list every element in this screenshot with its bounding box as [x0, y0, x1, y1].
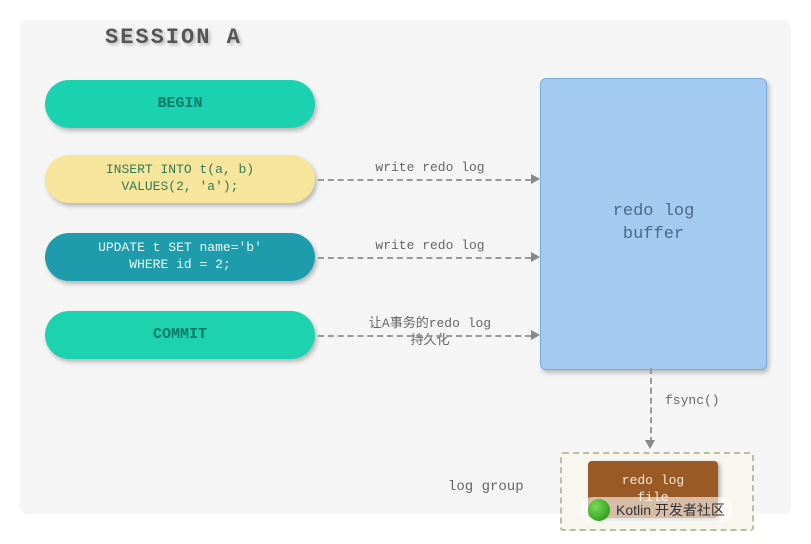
arrow-fsync-label: fsync(): [665, 393, 720, 408]
arrow-insert-head: [531, 174, 540, 184]
arrow-insert-line: [318, 179, 531, 181]
arrow-update-head: [531, 252, 540, 262]
log-group-label: log group: [448, 479, 524, 495]
arrow-update-label: write redo log: [330, 238, 530, 255]
step-begin: BEGIN: [45, 80, 315, 128]
step-update-line1: UPDATE t SET name='b': [98, 240, 262, 257]
buffer-line2: buffer: [613, 224, 695, 247]
session-title: SESSION A: [105, 25, 242, 50]
arrow-fsync-line: [650, 368, 652, 443]
step-insert-line1: INSERT INTO t(a, b): [106, 162, 254, 179]
step-update: UPDATE t SET name='b' WHERE id = 2;: [45, 233, 315, 281]
step-insert-line2: VALUES(2, 'a');: [106, 179, 254, 196]
redo-log-buffer: redo log buffer: [540, 78, 767, 370]
arrow-commit-label: 让A事务的redo log 持久化: [330, 316, 530, 350]
arrow-insert-label: write redo log: [330, 160, 530, 177]
step-commit: COMMIT: [45, 311, 315, 359]
arrow-commit-line: [318, 335, 531, 337]
watermark: Kotlin 开发者社区: [580, 497, 733, 523]
arrow-update-line: [318, 257, 531, 259]
watermark-icon: [588, 499, 610, 521]
arrow-commit-l1: 让A事务的redo log: [330, 316, 530, 333]
step-update-line2: WHERE id = 2;: [98, 257, 262, 274]
step-insert: INSERT INTO t(a, b) VALUES(2, 'a');: [45, 155, 315, 203]
step-commit-label: COMMIT: [153, 325, 207, 345]
logfile-line1: redo log: [622, 473, 684, 490]
step-begin-label: BEGIN: [157, 94, 202, 114]
arrow-commit-head: [531, 330, 540, 340]
watermark-text: Kotlin 开发者社区: [616, 500, 725, 520]
buffer-line1: redo log: [613, 201, 695, 224]
arrow-fsync-head: [645, 440, 655, 449]
